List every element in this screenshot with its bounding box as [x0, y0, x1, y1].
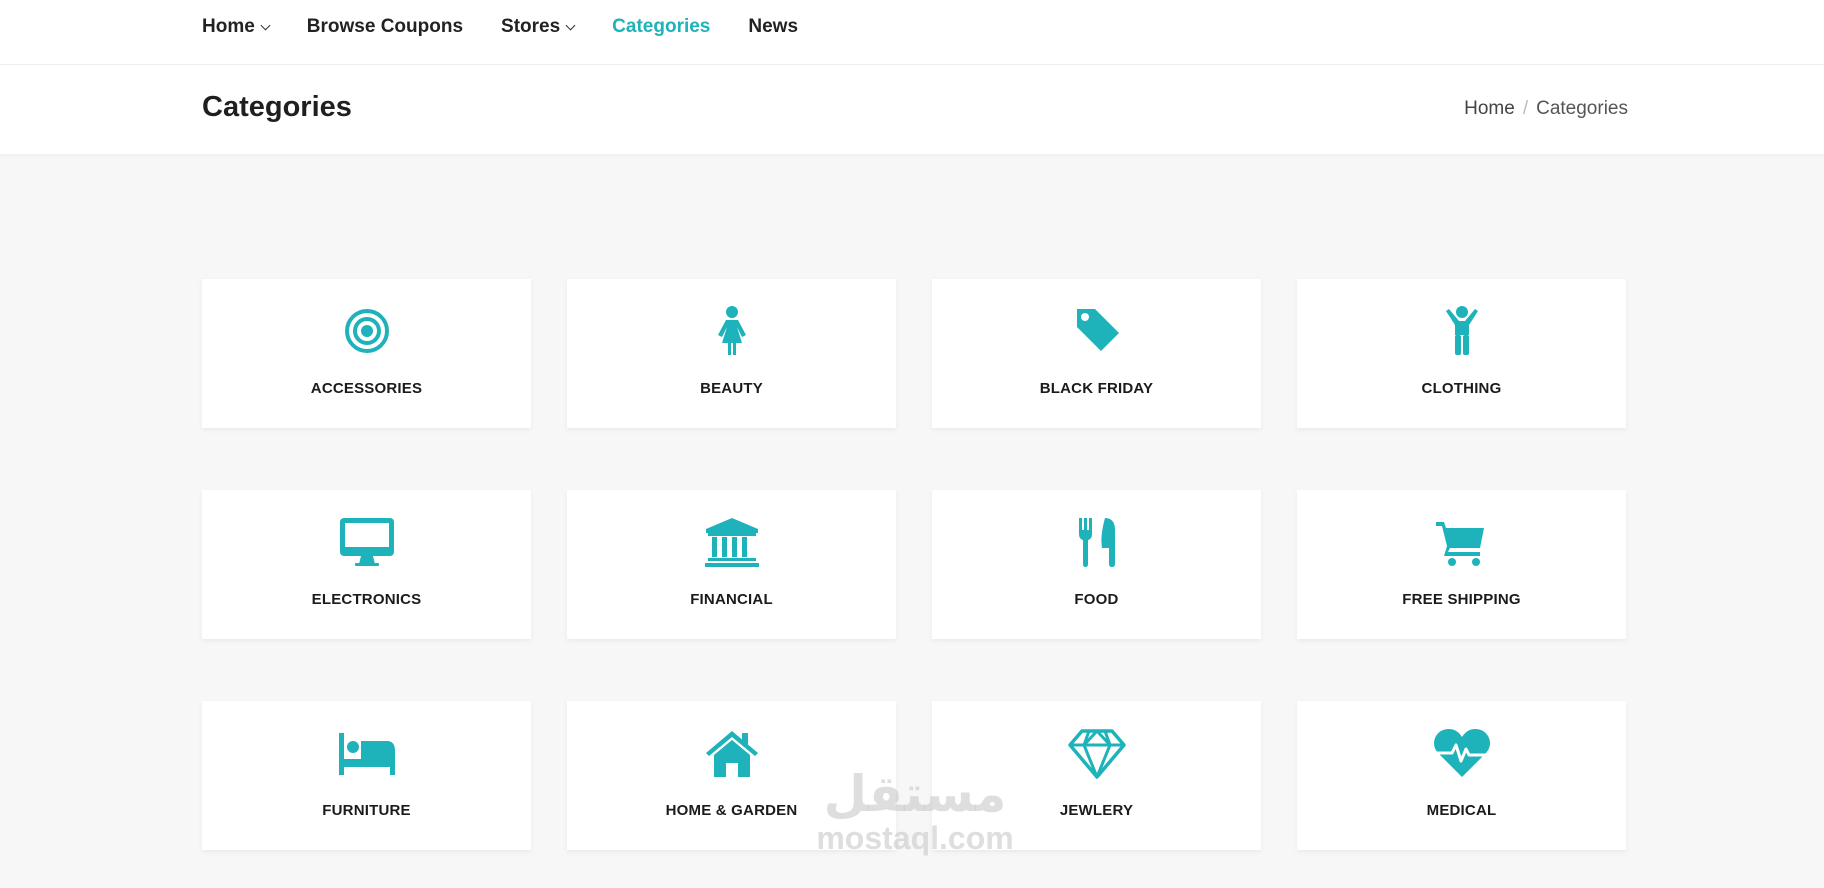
nav-item-news[interactable]: News: [748, 16, 798, 38]
desktop-icon: [339, 518, 394, 566]
nav-item-home[interactable]: Home: [202, 16, 271, 38]
category-card-food[interactable]: FOOD: [932, 490, 1261, 639]
nav-item-label: Home: [202, 16, 255, 37]
bed-icon: [338, 733, 395, 775]
shopping-cart-icon: [1435, 522, 1484, 566]
diamond-icon: [1067, 729, 1126, 779]
nav-item-categories[interactable]: Categories: [612, 16, 710, 38]
nav-item-label: News: [748, 16, 799, 37]
nav-menu: Home Browse Coupons Stores Categories Ne…: [202, 0, 836, 54]
category-label: BLACK FRIDAY: [1039, 380, 1154, 397]
category-card-jewlery[interactable]: JEWLERY: [932, 701, 1261, 850]
category-label: ELECTRONICS: [311, 591, 422, 608]
category-label: ACCESSORIES: [310, 380, 423, 397]
category-card-black-friday[interactable]: BLACK FRIDAY: [932, 279, 1261, 428]
category-card-medical[interactable]: MEDICAL: [1297, 701, 1626, 850]
category-card-free-shipping[interactable]: FREE SHIPPING: [1297, 490, 1626, 639]
breadcrumb-separator: /: [1522, 98, 1529, 119]
category-label: FOOD: [1074, 591, 1119, 608]
category-card-electronics[interactable]: ELECTRONICS: [202, 490, 531, 639]
breadcrumb-home-link[interactable]: Home: [1464, 98, 1515, 120]
page-title: Categories: [202, 91, 352, 123]
nav-item-browse-coupons[interactable]: Browse Coupons: [307, 16, 463, 38]
category-card-financial[interactable]: FINANCIAL: [567, 490, 896, 639]
bank-icon: [704, 518, 759, 567]
top-navigation: Home Browse Coupons Stores Categories Ne…: [0, 0, 1824, 65]
category-label: FURNITURE: [322, 802, 411, 819]
breadcrumb: Home / Categories: [1464, 98, 1628, 120]
category-label: FINANCIAL: [690, 591, 773, 608]
category-card-furniture[interactable]: FURNITURE: [202, 701, 531, 850]
category-label: JEWLERY: [1059, 802, 1134, 819]
category-label: FREE SHIPPING: [1402, 591, 1521, 608]
category-card-beauty[interactable]: BEAUTY: [567, 279, 896, 428]
chevron-down-icon: [260, 20, 271, 30]
category-label: CLOTHING: [1421, 380, 1502, 397]
heartbeat-icon: [1433, 729, 1490, 777]
nav-item-label: Stores: [501, 16, 561, 37]
tag-icon: [1076, 309, 1119, 351]
cutlery-icon: [1078, 518, 1115, 567]
nav-item-label: Browse Coupons: [306, 16, 464, 37]
nav-item-stores[interactable]: Stores: [501, 16, 576, 38]
category-card-home-garden[interactable]: HOME & GARDEN: [567, 701, 896, 850]
home-icon: [705, 731, 758, 777]
category-label: BEAUTY: [700, 380, 763, 397]
page-header: Categories Home / Categories: [0, 65, 1824, 154]
female-icon: [717, 306, 746, 355]
target-icon: [344, 309, 389, 353]
chevron-down-icon: [565, 20, 576, 30]
category-label: MEDICAL: [1426, 802, 1497, 819]
category-card-clothing[interactable]: CLOTHING: [1297, 279, 1626, 428]
child-icon: [1445, 306, 1478, 355]
nav-item-label: Categories: [612, 16, 711, 37]
category-label: HOME & GARDEN: [665, 802, 798, 819]
breadcrumb-current: Categories: [1536, 98, 1628, 119]
category-card-accessories[interactable]: ACCESSORIES: [202, 279, 531, 428]
